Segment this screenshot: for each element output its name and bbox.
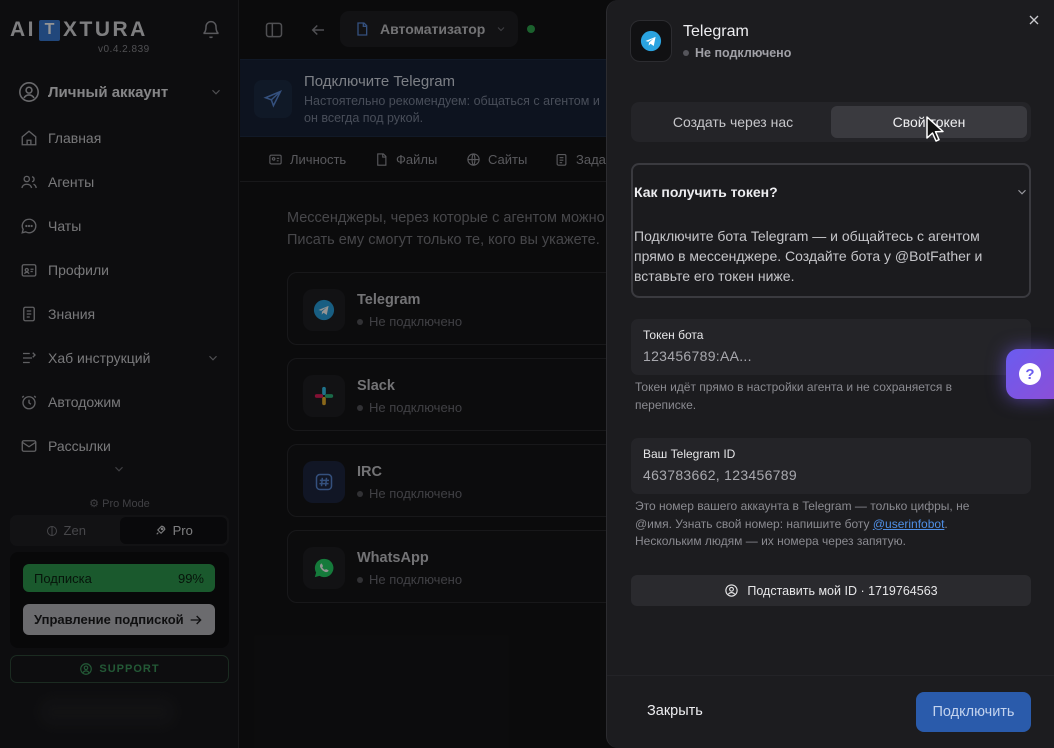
panel-title: Telegram	[683, 23, 749, 40]
question-icon: ?	[1019, 363, 1041, 385]
bot-token-field[interactable]: Токен бота 123456789:AA...	[631, 319, 1031, 375]
accordion-title: Как получить токен?	[634, 184, 778, 200]
bot-token-label: Токен бота	[643, 328, 704, 342]
help-button[interactable]: ?	[1006, 349, 1054, 399]
chevron-down-icon	[1015, 185, 1029, 199]
telegram-connect-panel: Telegram Не подключено Создать через нас…	[606, 0, 1054, 748]
telegram-id-field[interactable]: Ваш Telegram ID 463783662, 123456789	[631, 438, 1031, 494]
bot-token-hint: Токен идёт прямо в настройки агента и не…	[635, 380, 953, 412]
telegram-icon	[630, 20, 672, 62]
close-button[interactable]: Закрыть	[647, 703, 703, 719]
telegram-id-hint: Это номер вашего аккаунта в Telegram — т…	[635, 498, 1005, 551]
create-via-us-button[interactable]: Создать через нас	[635, 106, 831, 138]
status-text: Не подключено	[695, 46, 792, 60]
userinfobot-link[interactable]: @userinfobot	[873, 517, 945, 531]
connect-button[interactable]: Подключить	[916, 692, 1031, 732]
footer-divider	[607, 675, 1054, 676]
telegram-id-input[interactable]: 463783662, 123456789	[643, 467, 797, 483]
user-circle-icon	[724, 583, 739, 598]
status-dot	[683, 50, 689, 56]
accordion-text: Подключите бота Telegram — и общайтесь с…	[634, 228, 983, 284]
close-icon[interactable]	[1026, 12, 1042, 28]
substitute-my-id-label: Подставить мой ID · 1719764563	[747, 583, 938, 598]
how-to-get-token-accordion[interactable]: Как получить токен? Подключите бота Tele…	[631, 163, 1031, 298]
telegram-id-label: Ваш Telegram ID	[643, 447, 736, 461]
mouse-cursor-icon	[925, 115, 945, 145]
panel-status: Не подключено	[683, 46, 791, 60]
bot-token-input[interactable]: 123456789:AA...	[643, 348, 752, 364]
substitute-my-id-button[interactable]: Подставить мой ID · 1719764563	[631, 575, 1031, 606]
connection-mode-toggle: Создать через нас Свой токен	[631, 102, 1031, 142]
